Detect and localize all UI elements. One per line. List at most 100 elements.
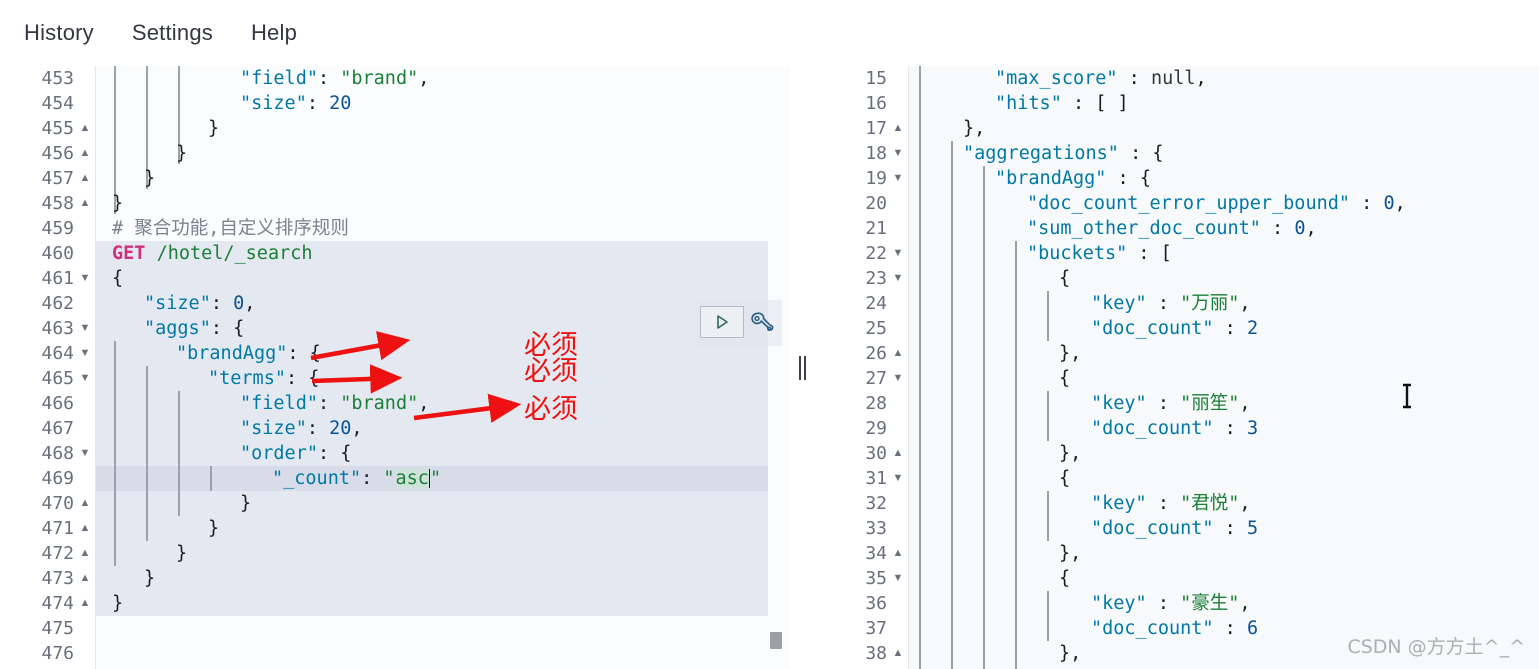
line-number-row: 25 (815, 316, 908, 341)
response-viewer-panel[interactable]: 15 16 17 ▲ 18 ▼ 19 ▼ 20 21 22 ▼ 23 ▼ 24 25 26 ▲ 27 ▼ 28 29 30 ▲… (815, 66, 1539, 669)
fold-expand-icon[interactable]: ▼ (78, 441, 92, 466)
request-code-area[interactable]: "field": "brand", "size": 20}}}} # 聚合功能,自定… (96, 66, 790, 669)
code-line[interactable]: "order": { (96, 441, 790, 466)
line-number-row: 464 ▼ (0, 341, 95, 366)
request-line-number-gutter[interactable]: 453 454 455 ▲ 456 ▲ 457 ▲ 458 ▲ 459 460 461 ▼ 462 463 ▼ 4… (0, 66, 96, 669)
fold-collapse-icon[interactable]: ▲ (78, 591, 92, 616)
code-line-text: "sum_other_doc_count" : 0, (1027, 218, 1317, 239)
code-line[interactable]: } (96, 141, 790, 166)
fold-collapse-icon[interactable]: ▲ (78, 191, 92, 216)
code-line[interactable]: { (909, 366, 1539, 391)
fold-expand-icon[interactable]: ▼ (891, 241, 905, 266)
fold-collapse-icon[interactable]: ▲ (78, 116, 92, 141)
code-line[interactable]: "_count": "asc" (96, 466, 790, 491)
code-line[interactable]: } (96, 116, 790, 141)
code-line[interactable]: } (96, 191, 790, 216)
fold-expand-icon[interactable]: ▼ (891, 141, 905, 166)
fold-expand-icon[interactable]: ▼ (78, 266, 92, 291)
fold-collapse-icon[interactable]: ▲ (78, 491, 92, 516)
code-line[interactable]: "size": 0, (96, 291, 790, 316)
code-line[interactable]: "aggs": { (96, 316, 790, 341)
line-number-row: 457 ▲ (0, 166, 95, 191)
code-line[interactable]: } (96, 541, 790, 566)
code-line[interactable]: { (909, 466, 1539, 491)
fold-expand-icon[interactable]: ▼ (891, 366, 905, 391)
code-line[interactable]: "aggregations" : { (909, 141, 1539, 166)
code-line-text: { (1059, 468, 1071, 489)
fold-collapse-icon[interactable]: ▲ (78, 566, 92, 591)
code-line[interactable]: "terms": { (96, 366, 790, 391)
code-line-text: # 聚合功能,自定义排序规则 (112, 218, 349, 239)
code-line[interactable]: "doc_count" : 5 (909, 516, 1539, 541)
code-line[interactable]: "key" : "丽笙", (909, 391, 1539, 416)
fold-expand-icon[interactable]: ▼ (891, 266, 905, 291)
fold-expand-icon[interactable]: ▼ (891, 566, 905, 591)
request-editor-panel[interactable]: 453 454 455 ▲ 456 ▲ 457 ▲ 458 ▲ 459 460 461 ▼ 462 463 ▼ 4… (0, 66, 790, 669)
menu-item-settings[interactable]: Settings (132, 22, 213, 44)
panel-splitter-handle[interactable] (790, 66, 815, 669)
code-line[interactable]: } (96, 516, 790, 541)
code-line[interactable]: { (909, 566, 1539, 591)
wrench-icon[interactable] (746, 308, 776, 338)
request-scroll-thumb[interactable] (770, 632, 782, 649)
code-line[interactable]: { (96, 266, 790, 291)
code-line[interactable]: "key" : "君悦", (909, 491, 1539, 516)
fold-collapse-icon[interactable]: ▲ (78, 516, 92, 541)
code-line[interactable]: "sum_other_doc_count" : 0, (909, 216, 1539, 241)
code-line-text: }, (1059, 543, 1082, 564)
fold-collapse-icon[interactable]: ▲ (891, 116, 905, 141)
code-line[interactable]: "doc_count_error_upper_bound" : 0, (909, 191, 1539, 216)
line-number-row: 15 (815, 66, 908, 91)
code-line[interactable]: "doc_count" : 3 (909, 416, 1539, 441)
code-line-text: "brandAgg" : { (995, 168, 1151, 189)
code-line[interactable]: "key" : "万丽", (909, 291, 1539, 316)
code-line[interactable]: "brandAgg" : { (909, 166, 1539, 191)
code-line[interactable]: }, (909, 116, 1539, 141)
fold-collapse-icon[interactable]: ▲ (78, 166, 92, 191)
line-number: 23 (865, 268, 887, 289)
fold-collapse-icon[interactable]: ▲ (891, 441, 905, 466)
fold-expand-icon[interactable]: ▼ (891, 466, 905, 491)
fold-collapse-icon[interactable]: ▲ (891, 341, 905, 366)
line-number-row: 36 (815, 591, 908, 616)
fold-collapse-icon[interactable]: ▲ (78, 541, 92, 566)
line-number-row: 469 (0, 466, 95, 491)
code-line[interactable]: }, (909, 541, 1539, 566)
code-line[interactable]: "field": "brand", (96, 66, 790, 91)
code-line[interactable]: }, (909, 441, 1539, 466)
code-line[interactable] (96, 641, 790, 666)
fold-expand-icon[interactable]: ▼ (78, 366, 92, 391)
code-line[interactable]: "key" : "豪生", (909, 591, 1539, 616)
code-line[interactable]: "size": 20 (96, 91, 790, 116)
code-line[interactable]: }, (909, 341, 1539, 366)
fold-collapse-icon[interactable]: ▲ (78, 141, 92, 166)
line-number: 34 (865, 543, 887, 564)
fold-expand-icon[interactable]: ▼ (891, 166, 905, 191)
code-line[interactable]: } (96, 566, 790, 591)
code-line[interactable]: { (909, 266, 1539, 291)
code-line[interactable]: "buckets" : [ (909, 241, 1539, 266)
menu-item-help[interactable]: Help (251, 22, 297, 44)
response-code-area[interactable]: "max_score" : null, "hits" : [ ]}, "aggreg… (909, 66, 1539, 669)
code-line[interactable]: "size": 20, (96, 416, 790, 441)
line-number: 462 (41, 293, 74, 314)
code-line[interactable]: # 聚合功能,自定义排序规则 (96, 216, 790, 241)
code-line[interactable]: "max_score" : null, (909, 66, 1539, 91)
code-line[interactable]: "field": "brand", (96, 391, 790, 416)
code-line[interactable]: "doc_count" : 2 (909, 316, 1539, 341)
code-line[interactable]: } (96, 491, 790, 516)
code-line[interactable] (96, 616, 790, 641)
fold-collapse-icon[interactable]: ▲ (891, 541, 905, 566)
code-line[interactable]: } (96, 166, 790, 191)
fold-expand-icon[interactable]: ▼ (78, 341, 92, 366)
response-line-number-gutter[interactable]: 15 16 17 ▲ 18 ▼ 19 ▼ 20 21 22 ▼ 23 ▼ 24 25 26 ▲ 27 ▼ 28 29 30 ▲… (815, 66, 909, 669)
play-run-button[interactable] (700, 306, 744, 338)
code-line[interactable]: GET /hotel/_search (96, 241, 790, 266)
menu-item-history[interactable]: History (24, 22, 94, 44)
line-number-row: 34 ▲ (815, 541, 908, 566)
fold-collapse-icon[interactable]: ▲ (891, 641, 905, 666)
code-line[interactable]: "hits" : [ ] (909, 91, 1539, 116)
code-line[interactable]: "brandAgg": { (96, 341, 790, 366)
fold-expand-icon[interactable]: ▼ (78, 316, 92, 341)
code-line[interactable]: } (96, 591, 790, 616)
